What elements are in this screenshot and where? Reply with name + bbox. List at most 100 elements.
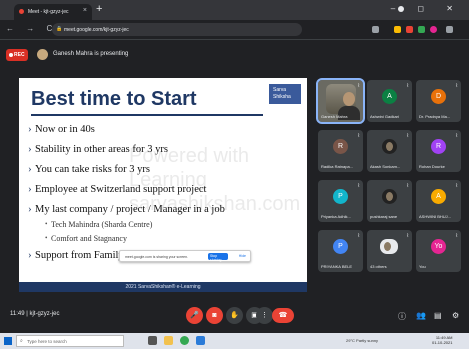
participant-name: pushkaraj sane xyxy=(370,214,398,219)
profile-avatar-icon[interactable] xyxy=(430,26,437,33)
slide-bullet: Now or in 40s xyxy=(28,123,95,135)
participant-tile[interactable]: A ⌇ ASHWINI BHUJ... xyxy=(416,180,461,222)
taskbar-search-placeholder: Type here to search xyxy=(27,339,67,344)
people-icon[interactable]: 👥 xyxy=(416,311,426,320)
participant-tile[interactable]: ⌇ pushkaraj sane xyxy=(367,180,412,222)
participant-name: You xyxy=(419,264,426,269)
extension-icon[interactable] xyxy=(394,26,401,33)
edge-icon[interactable] xyxy=(196,336,205,345)
chat-icon[interactable]: ▤ xyxy=(434,311,442,320)
participant-name: ASHWINI BHUJ... xyxy=(419,214,452,219)
navigation-buttons[interactable]: ← → C xyxy=(6,24,57,33)
presenting-text: Ganesh Mahra is presenting xyxy=(53,51,129,57)
mic-muted-icon: ⌇ xyxy=(406,83,409,89)
system-clock[interactable]: 11:49 AM 01-10-2021 xyxy=(432,335,452,345)
browser-tab-meet[interactable]: Meet - kjt-gzyz-jec × xyxy=(14,4,92,20)
mic-off-icon[interactable]: 🎤 xyxy=(186,307,203,324)
raise-hand-icon[interactable]: ✋ xyxy=(226,307,243,324)
search-icon: ⌕ xyxy=(20,338,23,344)
more-options-icon[interactable]: ⋮ xyxy=(256,307,273,324)
screen-share-banner: meet.google.com is sharing your screen. … xyxy=(119,250,251,262)
slide-divider xyxy=(31,114,263,116)
photo-face xyxy=(386,142,393,151)
slide-logo: Sarva Shiksha xyxy=(269,84,301,104)
participant-tile[interactable]: D ⌇ Dr. Pradnya Ma... xyxy=(416,80,461,122)
mic-muted-icon: ⌇ xyxy=(357,183,360,189)
new-tab-button[interactable]: + xyxy=(96,3,102,15)
participant-avatar: A xyxy=(382,89,397,104)
participant-tile[interactable]: P ⌇ PRIYANKA BELE xyxy=(318,230,363,272)
participant-name: Akash Sonkam... xyxy=(370,164,401,169)
hide-banner-button[interactable]: Hide xyxy=(239,254,246,258)
url-text: meet.google.com/kjt-gzyz-jec xyxy=(64,27,129,33)
mic-muted-icon: ⌇ xyxy=(357,83,360,89)
participant-tile[interactable]: Yo ⌇ You xyxy=(416,230,461,272)
window-controls[interactable]: – ◻ ✕ xyxy=(391,4,463,13)
address-bar[interactable]: 🔒 meet.google.com/kjt-gzyz-jec xyxy=(52,23,302,36)
slide-bullet: You can take risks for 3 yrs xyxy=(28,163,150,175)
slide-sub-bullet: Comfort and Stagnancy xyxy=(45,234,127,243)
participant-name: Ashwini Gadkari xyxy=(370,114,399,119)
activities-icon[interactable]: ⚙ xyxy=(452,311,459,320)
participant-avatar: P xyxy=(333,189,348,204)
participant-avatar: D xyxy=(431,89,446,104)
participant-tile[interactable]: ⌇ Akash Sonkam... xyxy=(367,130,412,172)
mic-muted-icon: ⌇ xyxy=(455,183,458,189)
slide-bullet: Employee at Switzerland support project xyxy=(28,183,206,195)
participant-name: 43 others xyxy=(370,264,387,269)
photo-face xyxy=(384,242,391,251)
participant-name: Priyanka Adhik... xyxy=(321,214,351,219)
participant-avatar: R xyxy=(333,139,348,154)
weather-widget[interactable]: 29°C Partly sunny xyxy=(346,338,378,343)
meet-header: REC Ganesh Mahra is presenting xyxy=(0,41,469,69)
participant-avatar: R xyxy=(431,139,446,154)
participant-name: PRIYANKA BELE xyxy=(321,264,353,269)
share-banner-text: meet.google.com is sharing your screen. xyxy=(125,255,189,259)
chrome-icon[interactable] xyxy=(180,336,189,345)
lock-icon: 🔒 xyxy=(56,26,63,32)
participant-tile[interactable]: R ⌇ Rohan Dourke xyxy=(416,130,461,172)
extension-icon[interactable] xyxy=(372,26,379,33)
windows-start-icon[interactable] xyxy=(4,337,12,345)
presenter-avatar xyxy=(37,49,48,60)
participant-photo xyxy=(382,139,397,154)
participant-avatar: P xyxy=(333,239,348,254)
photo-face xyxy=(386,192,393,201)
mic-muted-icon: ⌇ xyxy=(406,183,409,189)
file-explorer-icon[interactable] xyxy=(164,336,173,345)
mic-muted-icon: ⌇ xyxy=(406,233,409,239)
participant-tile[interactable]: P ⌇ Priyanka Adhik... xyxy=(318,180,363,222)
participant-avatar: Yo xyxy=(431,239,446,254)
mic-muted-icon: ⌇ xyxy=(406,133,409,139)
slide-bullet: My last company / project / Manager in a… xyxy=(28,203,225,215)
extension-icon[interactable] xyxy=(418,26,425,33)
shared-screen-slide: Best time to Start Sarva Shiksha Powered… xyxy=(19,78,307,292)
participant-tile[interactable]: A ⌇ Ashwini Gadkari xyxy=(367,80,412,122)
slide-footer: 2021 SarvaShikshan® e-Learning xyxy=(19,282,307,292)
participant-name: Rohan Dourke xyxy=(419,164,445,169)
participant-name: Ganesh Mahra xyxy=(321,114,348,119)
windows-taskbar: ⌕ Type here to search 29°C Partly sunny … xyxy=(0,333,469,349)
task-view-icon[interactable] xyxy=(148,336,157,345)
participant-name: Radika Ratnapa... xyxy=(321,164,354,169)
participant-avatar: A xyxy=(431,189,446,204)
participant-tile[interactable]: R ⌇ Radika Ratnapa... xyxy=(318,130,363,172)
taskbar-search-box[interactable]: ⌕ Type here to search xyxy=(16,335,124,347)
info-icon[interactable]: ⓘ xyxy=(398,311,406,322)
stop-sharing-button[interactable]: Stop sharing xyxy=(208,253,228,262)
others-avatars xyxy=(380,239,398,254)
participant-tile[interactable]: ⌇ 43 others xyxy=(367,230,412,272)
participant-tile[interactable]: ⌇ Ganesh Mahra xyxy=(316,78,365,124)
tab-close-icon[interactable]: × xyxy=(83,7,87,14)
mic-muted-icon: ⌇ xyxy=(357,233,360,239)
extensions-bar xyxy=(372,25,462,35)
leave-call-button[interactable]: ☎ xyxy=(272,308,294,323)
mic-muted-icon: ⌇ xyxy=(455,133,458,139)
extension-icon[interactable] xyxy=(406,26,413,33)
menu-icon[interactable] xyxy=(446,26,453,33)
participant-video xyxy=(326,84,360,120)
meet-control-bar: 11:49 | kjt-gzyz-jec 🎤 ◙ ✋ ▣ ⋮ ☎ ⓘ 👥 ▤ ⚙ xyxy=(0,300,469,333)
camera-off-icon[interactable]: ◙ xyxy=(206,307,223,324)
browser-toolbar: ← → C 🔒 meet.google.com/kjt-gzyz-jec xyxy=(0,20,469,40)
person-head xyxy=(343,92,355,106)
